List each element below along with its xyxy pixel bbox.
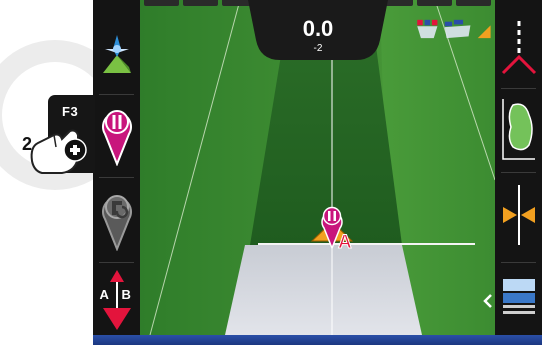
step-number: 2 <box>22 134 33 154</box>
field-boundary-button[interactable] <box>498 94 539 164</box>
implement-status-icons <box>417 19 491 39</box>
cross-track-offset: 0.0 <box>302 16 334 41</box>
ab-line-button[interactable]: A B <box>96 266 137 332</box>
toolbar-separator <box>99 262 134 263</box>
toolbar-separator <box>99 177 134 178</box>
screen: A 0.0 -2 A B F3 2 <box>0 0 542 345</box>
toolbar-separator <box>501 88 536 89</box>
toolbar-separator <box>99 94 134 95</box>
shift-line-icon <box>502 185 535 245</box>
sections-icon <box>502 279 535 314</box>
bottom-status-band <box>93 335 542 345</box>
section-segment <box>456 0 491 6</box>
section-segment <box>183 0 218 6</box>
finger-press-icon <box>30 129 87 174</box>
guidance-line-button[interactable] <box>498 14 539 80</box>
section-segment <box>144 0 179 6</box>
cross-track-sub-value: -2 <box>313 43 323 54</box>
guidance-line-icon <box>501 21 536 75</box>
gps-satellite-icon <box>102 35 131 73</box>
left-toolbar: A B <box>93 0 140 335</box>
guidance-terminal: A 0.0 -2 A B <box>93 0 542 345</box>
point-a-label: A <box>338 232 353 254</box>
toolbar-separator <box>501 172 536 173</box>
field-boundary-icon <box>501 99 535 160</box>
marker-pin-button[interactable] <box>96 183 137 257</box>
right-toolbar <box>483 0 542 335</box>
shift-line-button[interactable] <box>498 180 539 250</box>
pin-icon <box>101 195 132 251</box>
pause-pin-icon <box>101 110 132 166</box>
sections-button[interactable] <box>498 276 539 320</box>
pause-recording-button[interactable] <box>96 98 137 172</box>
ab-line-icon: A B <box>97 268 137 330</box>
section-segment <box>417 0 452 6</box>
toolbar-separator <box>501 262 536 263</box>
ab-label-b: B <box>121 287 131 302</box>
ab-label-a: A <box>99 287 109 302</box>
gps-button[interactable] <box>96 18 137 92</box>
collapse-chevron-icon[interactable] <box>483 293 493 309</box>
